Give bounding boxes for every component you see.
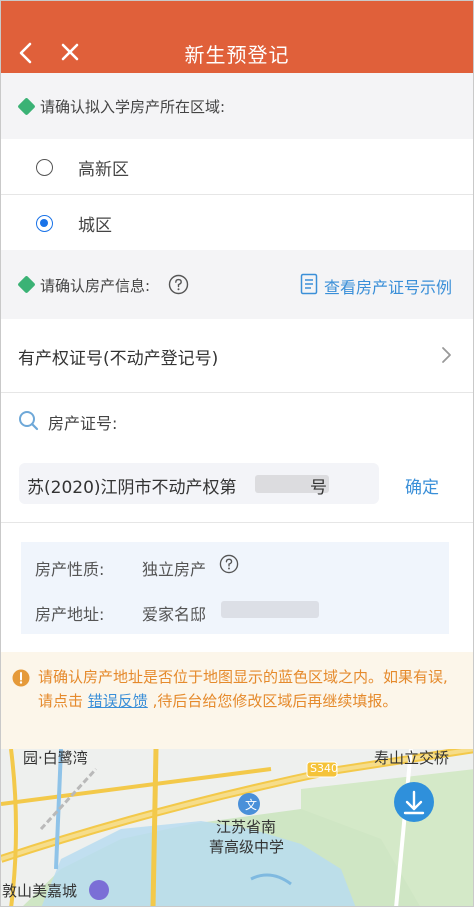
property-address-value: 爱家名邸 [142, 605, 207, 624]
map-view[interactable]: 园·白鹭湾 寿山立交桥 S340 文 江苏省南 菁高级中学 敦山美嘉城 [1, 749, 473, 906]
road-shield-label: S340 [310, 762, 338, 775]
question-circle-icon[interactable] [219, 554, 239, 574]
cert-number-input[interactable]: 苏(2020)江阴市不动产权第 号 [19, 463, 379, 504]
property-section-header: 请确认房产信息: 查看房产证号示例 [1, 250, 473, 319]
map-place-label: 敦山美嘉城 [2, 882, 78, 900]
download-icon[interactable] [394, 782, 434, 822]
section-bullet-icon [17, 275, 36, 294]
radio-label: 高新区 [78, 160, 129, 180]
map-school-label-1: 江苏省南 [216, 818, 277, 836]
radio-button-checked[interactable] [36, 215, 53, 232]
chevron-right-icon[interactable] [440, 346, 452, 364]
divider [1, 522, 473, 523]
map-school-label-2: 菁高级中学 [209, 838, 285, 856]
notice-text-after: ,待后台给您修改区域后再继续填报。 [152, 692, 398, 710]
notice-text: 请确认房产地址是否位于地图显示的蓝色区域之内。如果有误,请点击 错误反馈 ,待后… [38, 665, 458, 713]
district-section-label: 请确认拟入学房产所在区域: [40, 98, 226, 116]
property-nature-label: 房产性质: [35, 560, 105, 579]
error-feedback-link[interactable]: 错误反馈 [88, 692, 148, 710]
radio-option-chengqu[interactable]: 城区 [1, 195, 473, 250]
cert-number-suffix: 号 [310, 478, 327, 498]
search-icon [19, 411, 39, 431]
redacted-address [221, 601, 319, 618]
property-address-label: 房产地址: [35, 605, 105, 624]
question-circle-icon[interactable] [168, 274, 189, 295]
cert-number-prefix: 苏(2020)江阴市不动产权第 [27, 478, 237, 498]
school-icon: 文 [245, 798, 258, 812]
certificate-type-selector[interactable]: 有产权证号(不动产登记号) [1, 319, 473, 392]
property-info-box: 房产性质: 独立房产 房产地址: 爱家名邸 [21, 542, 449, 634]
document-icon[interactable] [300, 273, 318, 295]
district-section-header: 请确认拟入学房产所在区域: [1, 73, 473, 139]
radio-option-gaoxin[interactable]: 高新区 [1, 139, 473, 194]
confirm-button[interactable]: 确定 [405, 473, 439, 498]
warning-icon [12, 669, 30, 687]
radio-label: 城区 [78, 216, 112, 236]
cert-search-label: 房产证号: [48, 414, 118, 433]
section-bullet-icon [17, 97, 36, 116]
header-bar: 新生预登记 [1, 1, 473, 73]
view-example-link[interactable]: 查看房产证号示例 [324, 274, 452, 298]
property-section-label: 请确认房产信息: [40, 277, 151, 295]
page-title: 新生预登记 [184, 43, 290, 67]
app-frame: 新生预登记 请确认拟入学房产所在区域: 高新区 城区 请确认房产信息: 查看房产… [0, 0, 474, 907]
property-nature-value: 独立房产 [142, 560, 207, 579]
map-place-label: 寿山立交桥 [374, 749, 450, 767]
certificate-type-label: 有产权证号(不动产登记号) [18, 349, 219, 369]
map-place-label: 园·白鹭湾 [23, 749, 88, 767]
radio-button[interactable] [36, 159, 53, 176]
divider [1, 392, 473, 393]
